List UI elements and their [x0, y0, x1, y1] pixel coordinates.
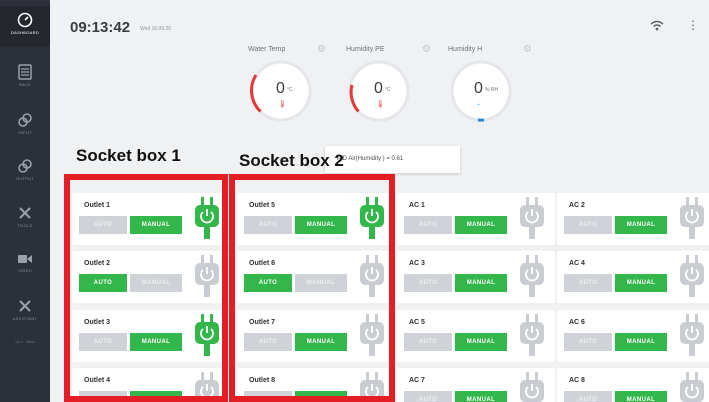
droplet-icon: 💧︎	[477, 100, 480, 107]
manual-button[interactable]: MANUAL	[615, 274, 667, 292]
dashboard-gauge-icon	[17, 12, 33, 28]
gauge-title: Humidity PE	[346, 46, 385, 53]
outlet-card: AC 2 AUTO MANUAL	[557, 193, 709, 245]
outlet-card: AC 7 AUTO MANUAL	[397, 368, 555, 402]
sidebar-item-label: DASHBOARD	[10, 30, 40, 35]
power-plug-icon[interactable]	[517, 197, 547, 239]
power-plug-icon[interactable]	[677, 197, 707, 239]
outlet-name: AC 1	[409, 202, 425, 209]
auto-button[interactable]: AUTO	[404, 333, 452, 351]
power-plug-icon[interactable]	[677, 372, 707, 402]
sidebar-item-label: RACK	[18, 82, 32, 87]
auto-button[interactable]: AUTO	[564, 333, 612, 351]
sidebar-item-label: TOOLS	[17, 223, 33, 228]
gear-icon[interactable]: ⚙	[317, 44, 326, 55]
socket-box-2-highlight	[229, 174, 395, 402]
sidebar-item-input[interactable]: INPUT	[0, 112, 50, 142]
auto-button[interactable]: AUTO	[404, 391, 452, 402]
manual-button[interactable]: MANUAL	[455, 391, 507, 402]
gauge-title: Water Temp	[248, 46, 286, 53]
clock-time: 09:13:42	[70, 19, 131, 36]
gauge-title: Humidity H	[448, 46, 483, 53]
socket-box-2-label: Socket box 2	[239, 151, 344, 170]
outlet-card: AC 4 AUTO MANUAL	[557, 251, 709, 303]
gear-icon[interactable]: ⚙	[523, 44, 532, 55]
socket-box-1-highlight	[64, 174, 228, 402]
power-plug-icon[interactable]	[517, 255, 547, 297]
sidebar-item-video[interactable]: VIDEO	[0, 252, 50, 282]
outlet-name: AC 2	[569, 202, 585, 209]
outlet-card: AC 1 AUTO MANUAL	[397, 193, 555, 245]
manual-button[interactable]: MANUAL	[615, 333, 667, 351]
sidebar-item-label: INPUT	[18, 130, 32, 135]
auto-button[interactable]: AUTO	[404, 274, 452, 292]
sidebar-item-dashboard[interactable]: DASHBOARD	[0, 6, 50, 46]
assistant-tools-icon	[19, 300, 31, 312]
outlet-card: AC 3 AUTO MANUAL	[397, 251, 555, 303]
video-camera-icon	[18, 255, 32, 263]
outlet-name: AC 5	[409, 319, 425, 326]
thermometer-icon: 🌡︎	[278, 101, 287, 108]
rack-icon	[18, 64, 32, 80]
output-link-icon	[18, 159, 32, 173]
sidebar-item-label: ASSISTANT	[12, 316, 38, 321]
power-plug-icon[interactable]	[517, 372, 547, 402]
auto-button[interactable]: AUTO	[404, 216, 452, 234]
more-menu-icon[interactable]: ⋮	[687, 18, 699, 32]
manual-button[interactable]: MANUAL	[615, 391, 667, 402]
clock-date: Wed 16.09.20	[140, 26, 172, 32]
sidebar-item-output[interactable]: OUTPUT	[0, 158, 50, 188]
gear-icon[interactable]: ⚙	[422, 44, 431, 55]
outlet-card: AC 8 AUTO MANUAL	[557, 368, 709, 402]
sidebar-item-tools[interactable]: TOOLS	[0, 205, 50, 235]
pid-tooltip: PID Air(Humidity ) = 0.61	[325, 146, 460, 173]
version-label: v1.0 · Beta	[15, 339, 35, 344]
outlet-name: AC 4	[569, 260, 585, 267]
tools-icon	[19, 207, 31, 219]
gauge-unit: °C	[385, 87, 391, 93]
auto-button[interactable]: AUTO	[564, 216, 612, 234]
manual-button[interactable]: MANUAL	[455, 216, 507, 234]
gauge-value: 0	[374, 80, 383, 97]
power-plug-icon[interactable]	[677, 314, 707, 356]
gauge-value: 0	[474, 80, 483, 97]
sidebar-item-label: VIDEO	[18, 268, 32, 273]
gauge-value: 0	[276, 80, 285, 97]
main-content: 09:13:42 Wed 16.09.20 ⋮ Water Temp ⚙ 0 °…	[50, 0, 709, 402]
wifi-icon	[650, 20, 664, 31]
thermometer-icon: 🌡︎	[376, 101, 385, 108]
gauge-unit: % RH	[485, 87, 499, 93]
outlet-name: AC 8	[569, 377, 585, 384]
outlet-name: AC 3	[409, 260, 425, 267]
auto-button[interactable]: AUTO	[564, 391, 612, 402]
power-plug-icon[interactable]	[517, 314, 547, 356]
manual-button[interactable]: MANUAL	[455, 274, 507, 292]
sidebar-item-label: OUTPUT	[15, 176, 35, 181]
input-link-icon	[18, 113, 32, 127]
outlet-card: AC 6 AUTO MANUAL	[557, 310, 709, 362]
sidebar: DASHBOARD RACK INPUT OUTPUT TOOLS VIDEO …	[0, 0, 50, 402]
socket-box-1-label: Socket box 1	[76, 146, 181, 165]
power-plug-icon[interactable]	[677, 255, 707, 297]
sidebar-item-rack[interactable]: RACK	[0, 64, 50, 94]
manual-button[interactable]: MANUAL	[455, 333, 507, 351]
gauge-unit: °C	[287, 87, 293, 93]
manual-button[interactable]: MANUAL	[615, 216, 667, 234]
outlet-card: AC 5 AUTO MANUAL	[397, 310, 555, 362]
outlet-name: AC 6	[569, 319, 585, 326]
sidebar-item-assistant[interactable]: ASSISTANT	[0, 298, 50, 328]
auto-button[interactable]: AUTO	[564, 274, 612, 292]
outlet-name: AC 7	[409, 377, 425, 384]
